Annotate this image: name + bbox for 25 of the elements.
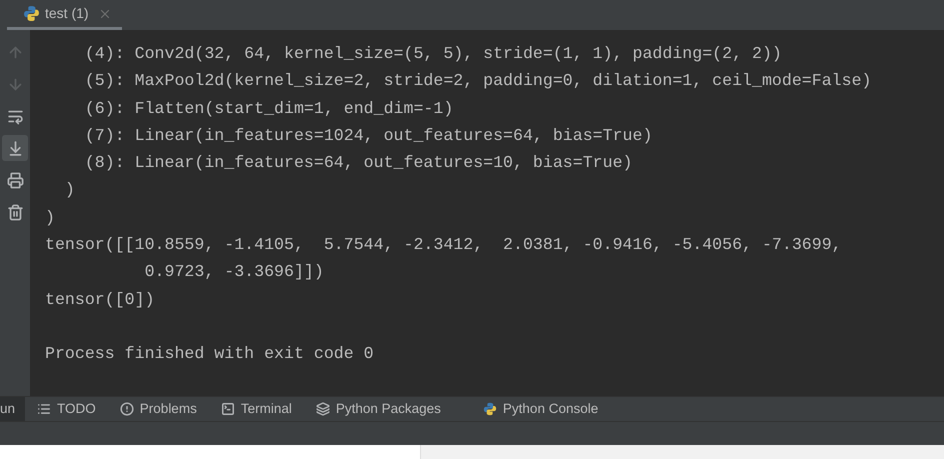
exclamation-icon xyxy=(120,402,134,416)
console-line: (7): Linear(in_features=1024, out_features=64, bias=True) xyxy=(84,124,652,147)
python-icon xyxy=(23,5,40,22)
python-icon xyxy=(482,402,497,416)
tool-window-tab[interactable]: Python Packages xyxy=(304,397,453,421)
console-line: 0.9723, -3.3696]]) xyxy=(144,261,324,284)
scroll-to-end-icon[interactable] xyxy=(2,135,28,161)
console-line: tensor([0]) xyxy=(45,288,155,311)
tool-window-tab[interactable]: Problems xyxy=(108,397,209,421)
tool-window-tab[interactable]: un xyxy=(0,397,26,421)
layers-icon xyxy=(316,402,330,416)
console-line: (5): MaxPool2d(kernel_size=2, stride=2, padding=0, dilation=1, ceil_mode=False) xyxy=(84,70,872,92)
terminal-icon xyxy=(220,402,235,416)
console-line: (4): Conv2d(32, 64, kernel_size=(5, 5), stride=(1, 1), padding=(2, 2)) xyxy=(84,43,782,65)
tab-title: test (1) xyxy=(45,4,89,23)
console-line: (8): Linear(in_features=64, out_features=10, bias=True) xyxy=(84,152,633,174)
console-line: ) xyxy=(64,179,75,202)
console-line: ) xyxy=(45,206,55,229)
list-icon xyxy=(37,402,52,416)
tool-window-tab[interactable]: TODO xyxy=(25,397,108,421)
console-line: (6): Flatten(start_dim=1, end_dim=-1) xyxy=(84,98,454,120)
tool-window-tab[interactable]: Terminal xyxy=(208,397,304,421)
console-line: Process finished with exit code 0 xyxy=(45,343,374,366)
tool-window-tab[interactable]: Python Console xyxy=(470,397,610,421)
console-line: tensor([[10.8559, -1.4105, 5.7544, -2.3412, 2.0381, -0.9416, -5.4056, -7.3699, xyxy=(45,234,842,256)
